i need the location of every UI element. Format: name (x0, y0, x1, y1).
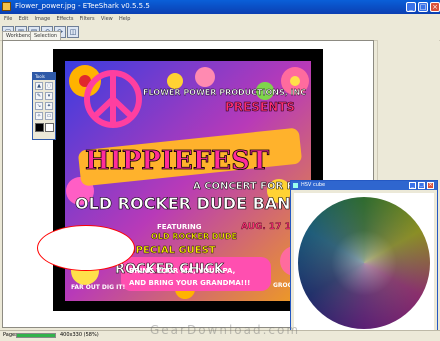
wand-icon[interactable]: ✧ (35, 112, 43, 120)
lasso-icon[interactable]: ◌ (45, 82, 53, 90)
menu-filters[interactable]: Filters (80, 16, 95, 22)
crop-icon[interactable]: ◫ (67, 26, 79, 38)
primary-color-swatch[interactable] (35, 123, 44, 132)
secondary-color-swatch[interactable] (45, 123, 54, 132)
status-progress (16, 333, 56, 338)
poster-left-badge-text: FAR OUT DIG IT! (71, 284, 125, 291)
image-canvas[interactable]: FLOWER POWER PRODUCTIONS, INC PRESENTS H… (53, 49, 323, 311)
tab-selection[interactable]: Selection (30, 31, 62, 40)
app-icon (2, 2, 11, 11)
window-title: Flower_power.jpg - ETeeShark v0.5.5.5 (15, 2, 150, 10)
pointer-icon[interactable]: ▲ (35, 82, 43, 90)
poster-production-text: FLOWER POWER PRODUCTIONS, INC (143, 88, 306, 97)
status-zoom: 400x330 (58%) (60, 332, 99, 338)
title-bar: Flower_power.jpg - ETeeShark v0.5.5.5 _ … (0, 0, 440, 14)
poster-event-text: HIPPIEFEST (85, 146, 270, 176)
hsv-maximize-button[interactable]: □ (418, 182, 425, 189)
hsv-window-icon (293, 183, 298, 188)
menu-effects[interactable]: Effects (56, 16, 73, 22)
hsv-minimize-button[interactable]: _ (409, 182, 416, 189)
color-wheel[interactable] (298, 197, 430, 329)
fill-icon[interactable]: ▾ (45, 92, 53, 100)
menu-edit[interactable]: Edit (19, 16, 29, 22)
menu-help[interactable]: Help (119, 16, 130, 22)
watermark-text: GearDownload.com (150, 323, 301, 337)
poster-presents-text: PRESENTS (225, 100, 295, 114)
color-wheel-panel (294, 193, 434, 333)
status-progress-fill (17, 334, 55, 337)
menu-image[interactable]: Image (35, 16, 51, 22)
toolbar: ▢ ▣ ▤ ↶ ↷ ◫ (0, 24, 440, 41)
poster-featuring-name-text: OLD ROCKER DUDE (151, 232, 237, 241)
menu-bar: File Edit Image Effects Filters View Hel… (0, 14, 440, 24)
tools-title: Tools (33, 73, 55, 80)
menu-view[interactable]: View (101, 16, 113, 22)
minimize-button[interactable]: _ (406, 2, 416, 12)
tools-palette: Tools ▲ ◌ ✎ ▾ ↘ ✦ ✧ ▭ (32, 72, 56, 140)
eraser-icon[interactable]: ▭ (45, 112, 53, 120)
poster-bring2-text: AND BRING YOUR GRANDMA!!! (129, 279, 250, 287)
poster-bring1-text: BRING YOUR MA, YOUR PA, (129, 267, 235, 275)
close-button[interactable]: × (430, 2, 440, 12)
lasso-selection[interactable] (37, 225, 135, 271)
poster-featuring-text: FEATURING (157, 223, 202, 231)
brush-icon[interactable]: ✦ (45, 102, 53, 110)
hsv-close-button[interactable]: × (427, 182, 434, 189)
hsv-window: HSV cube _ □ × (290, 180, 438, 338)
poster-headliner-text: OLD ROCKER DUDE BAND (75, 194, 304, 213)
eyedropper-icon[interactable]: ↘ (35, 102, 43, 110)
pen-icon[interactable]: ✎ (35, 92, 43, 100)
menu-file[interactable]: File (4, 16, 12, 22)
maximize-button[interactable]: □ (418, 2, 428, 12)
